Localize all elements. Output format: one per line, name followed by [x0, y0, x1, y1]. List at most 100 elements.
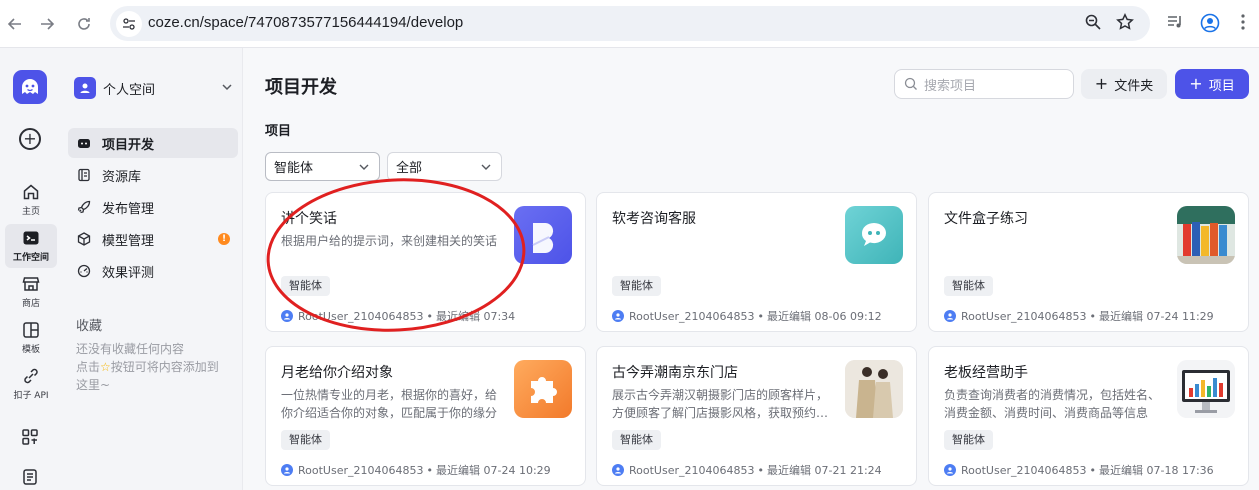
- app-rail: + 主页 工作空间 商店 模板 扣子 API: [0, 48, 62, 490]
- favorites-title: 收藏: [76, 319, 103, 334]
- main-content: 项目开发 搜索项目 + 文件夹 + 项目 项目 智能体 全部 讲个笑话 根据用户…: [243, 48, 1259, 490]
- menu-item-label: 项目开发: [102, 137, 155, 153]
- user-avatar-icon: [612, 310, 624, 322]
- rail-item-label: 扣子 API: [13, 391, 49, 401]
- rail-item-home[interactable]: 主页: [5, 178, 57, 222]
- menu-item-label: 资源库: [102, 169, 142, 185]
- search-input[interactable]: 搜索项目: [894, 69, 1074, 99]
- workspace-sidebar: 个人空间 项目开发 资源库 发布管理 模型管理 ! 效果评测 收藏 还没有收藏任…: [62, 48, 243, 490]
- more-menu-icon[interactable]: [1240, 13, 1246, 35]
- card-title: 古今弄潮南京东门店: [612, 365, 738, 381]
- page-title: 项目开发: [265, 77, 337, 98]
- space-avatar-icon: [74, 77, 96, 99]
- project-card[interactable]: 古今弄潮南京东门店 展示古今弄潮汉朝摄影门店的顾客样片，方便顾客了解门店摄影风格…: [596, 346, 917, 486]
- card-footer: RootUser_2104064853 • 最近编辑 07:34: [281, 308, 515, 324]
- document-icon[interactable]: [21, 468, 39, 490]
- favorites-empty-line: 这里~: [76, 378, 111, 392]
- home-icon: [23, 184, 39, 200]
- library-icon: [76, 167, 92, 183]
- bookmark-star-icon[interactable]: [1116, 13, 1134, 35]
- card-footer: RootUser_2104064853 • 最近编辑 07-21 21:24: [612, 462, 882, 478]
- footer-separator: •: [1089, 309, 1096, 323]
- card-description: 一位热情专业的月老，根据你的喜好，给你介绍适合你的对象，匹配属于你的缘分: [281, 388, 498, 420]
- card-description: 展示古今弄潮汉朝摄影门店的顾客样片，方便顾客了解门店摄影风格，获取预约信息: [612, 388, 829, 420]
- card-edited-time: 最近编辑 08-06 09:12: [766, 310, 882, 323]
- coze-logo-icon[interactable]: [13, 70, 47, 104]
- new-project-button[interactable]: + 项目: [1175, 69, 1249, 99]
- plus-icon: +: [1094, 74, 1109, 93]
- card-footer: RootUser_2104064853 • 最近编辑 07-24 10:29: [281, 462, 551, 478]
- plus-icon: +: [1189, 74, 1203, 93]
- rail-item-label: 主页: [21, 207, 40, 217]
- project-card[interactable]: 讲个笑话 根据用户给的提示词，来创建相关的笑话 智能体 RootUser_210…: [265, 192, 586, 332]
- card-owner: RootUser_2104064853: [961, 463, 1087, 477]
- template-icon: [23, 322, 39, 338]
- chevron-down-icon: [359, 164, 369, 170]
- card-title: 老板经营助手: [944, 365, 1028, 381]
- footer-separator: •: [426, 463, 433, 477]
- project-card[interactable]: 软考咨询客服 智能体 RootUser_2104064853 • 最近编辑 08…: [596, 192, 917, 332]
- card-description: 根据用户给的提示词，来创建相关的笑话: [281, 234, 498, 248]
- rail-item-api[interactable]: 扣子 API: [5, 362, 57, 406]
- rail-item-workspace[interactable]: 工作空间: [5, 224, 57, 268]
- alert-badge: !: [218, 233, 230, 245]
- menu-item-label: 模型管理: [102, 233, 155, 249]
- space-selector[interactable]: 个人空间: [74, 74, 234, 102]
- user-avatar-icon: [944, 464, 956, 476]
- type-filter-select[interactable]: 智能体: [265, 152, 380, 181]
- zoom-icon[interactable]: [1084, 13, 1102, 35]
- store-icon: [22, 277, 40, 291]
- search-icon: [904, 77, 917, 90]
- card-type-tag: 智能体: [281, 276, 330, 296]
- card-owner: RootUser_2104064853: [298, 463, 424, 477]
- new-project-label: 项目: [1208, 78, 1235, 94]
- menu-item-publish[interactable]: 发布管理: [68, 192, 238, 222]
- address-bar[interactable]: coze.cn/space/7470873577156444194/develo…: [110, 6, 1150, 41]
- card-type-tag: 智能体: [281, 430, 330, 450]
- forward-arrow-icon[interactable]: [36, 13, 58, 35]
- rail-item-templates[interactable]: 模板: [5, 316, 57, 360]
- menu-item-label: 发布管理: [102, 201, 155, 217]
- monitor-chart-image: [1177, 360, 1235, 418]
- hanfu-photo-image: [845, 360, 903, 418]
- favorites-empty-line: 点击☆按钮可将内容添加到: [76, 358, 236, 376]
- create-plus-icon[interactable]: +: [19, 128, 41, 150]
- project-card[interactable]: 老板经营助手 负责查询消费者的消费情况，包括姓名、消费金额、消费时间、消费商品等…: [928, 346, 1249, 486]
- menu-item-library[interactable]: 资源库: [68, 160, 238, 190]
- card-footer: RootUser_2104064853 • 最近编辑 07-18 17:36: [944, 462, 1214, 478]
- card-edited-time: 最近编辑 07-18 17:36: [1098, 464, 1214, 477]
- project-card[interactable]: 文件盒子练习 智能体 RootUser_2104064853 • 最近编辑 07…: [928, 192, 1249, 332]
- status-filter-select[interactable]: 全部: [387, 152, 502, 181]
- rail-item-store[interactable]: 商店: [5, 270, 57, 314]
- card-edited-time: 最近编辑 07-21 21:24: [766, 464, 882, 477]
- project-card[interactable]: 月老给你介绍对象 一位热情专业的月老，根据你的喜好，给你介绍适合你的对象，匹配属…: [265, 346, 586, 486]
- profile-icon[interactable]: [1200, 13, 1220, 37]
- chevron-down-icon: [481, 164, 491, 170]
- favorites-empty-text-part: 按钮可将内容添加到: [110, 360, 219, 374]
- menu-item-evaluation[interactable]: 效果评测: [68, 256, 238, 286]
- puzzle-icon: [514, 360, 572, 418]
- gauge-icon: [76, 263, 92, 279]
- new-folder-button[interactable]: + 文件夹: [1081, 69, 1167, 99]
- card-footer: RootUser_2104064853 • 最近编辑 07-24 11:29: [944, 308, 1214, 324]
- menu-item-project-dev[interactable]: 项目开发: [68, 128, 238, 158]
- card-title: 文件盒子练习: [944, 211, 1028, 227]
- card-title: 月老给你介绍对象: [281, 365, 393, 381]
- terminal-icon: [23, 231, 39, 245]
- user-avatar-icon: [281, 464, 293, 476]
- media-control-icon[interactable]: [1166, 13, 1184, 35]
- grid-apps-icon[interactable]: [21, 428, 39, 450]
- menu-item-models[interactable]: 模型管理 !: [68, 224, 238, 254]
- footer-separator: •: [426, 309, 433, 323]
- footer-separator: •: [1089, 463, 1096, 477]
- status-filter-value: 全部: [396, 161, 423, 176]
- card-footer: RootUser_2104064853 • 最近编辑 08-06 09:12: [612, 308, 882, 324]
- bot-icon: [76, 135, 92, 151]
- card-type-tag: 智能体: [612, 430, 661, 450]
- user-avatar-icon: [944, 310, 956, 322]
- reload-icon[interactable]: [73, 13, 95, 35]
- url-text[interactable]: coze.cn/space/7470873577156444194/develo…: [148, 14, 463, 31]
- back-arrow-icon[interactable]: [4, 13, 26, 35]
- favorites-empty-line: 还没有收藏任何内容: [76, 342, 185, 356]
- site-settings-icon[interactable]: [116, 11, 142, 37]
